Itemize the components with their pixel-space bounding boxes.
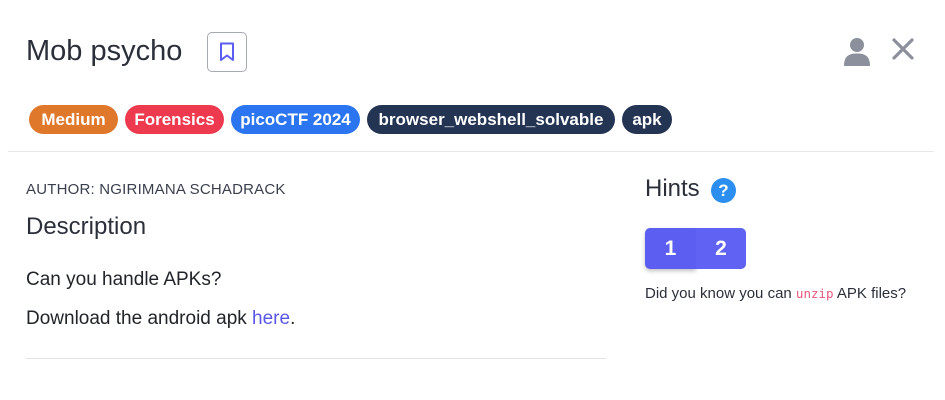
- author-line: AUTHOR: NGIRIMANA SCHADRACK: [26, 181, 286, 198]
- bookmark-button[interactable]: [207, 32, 247, 72]
- hint-code: unzip: [795, 286, 834, 301]
- hint-text-prefix: Did you know you can: [645, 285, 796, 302]
- tag-category[interactable]: Forensics: [125, 105, 224, 134]
- description-text: Can you handle APKs?: [26, 269, 222, 290]
- user-icon[interactable]: [843, 36, 871, 66]
- hint-text-suffix: APK files?: [833, 285, 907, 302]
- bookmark-icon: [220, 42, 234, 61]
- hints-heading: Hints: [645, 175, 700, 202]
- header-divider: [8, 151, 934, 152]
- tag-browser-webshell-solvable[interactable]: browser_webshell_solvable: [367, 105, 615, 134]
- challenge-modal: Mob psycho Medium Forensics picoCTF 2024…: [0, 0, 945, 400]
- description-heading: Description: [26, 213, 147, 240]
- close-icon[interactable]: [890, 36, 916, 62]
- hint-tab-1[interactable]: 1: [645, 228, 696, 269]
- hint-content: Did you know you can unzip APK files?: [645, 279, 915, 308]
- tag-event[interactable]: picoCTF 2024: [231, 105, 360, 134]
- tag-difficulty[interactable]: Medium: [29, 105, 118, 134]
- tag-apk[interactable]: apk: [622, 105, 672, 134]
- challenge-title: Mob psycho: [26, 35, 183, 67]
- download-text: Download the android apk: [26, 308, 253, 329]
- help-icon[interactable]: ?: [711, 178, 736, 203]
- description-divider: [26, 358, 606, 359]
- download-period: .: [290, 308, 296, 329]
- download-link[interactable]: here: [252, 308, 290, 329]
- hint-tab-2[interactable]: 2: [696, 228, 746, 269]
- download-line: Download the android apk here.: [26, 308, 295, 330]
